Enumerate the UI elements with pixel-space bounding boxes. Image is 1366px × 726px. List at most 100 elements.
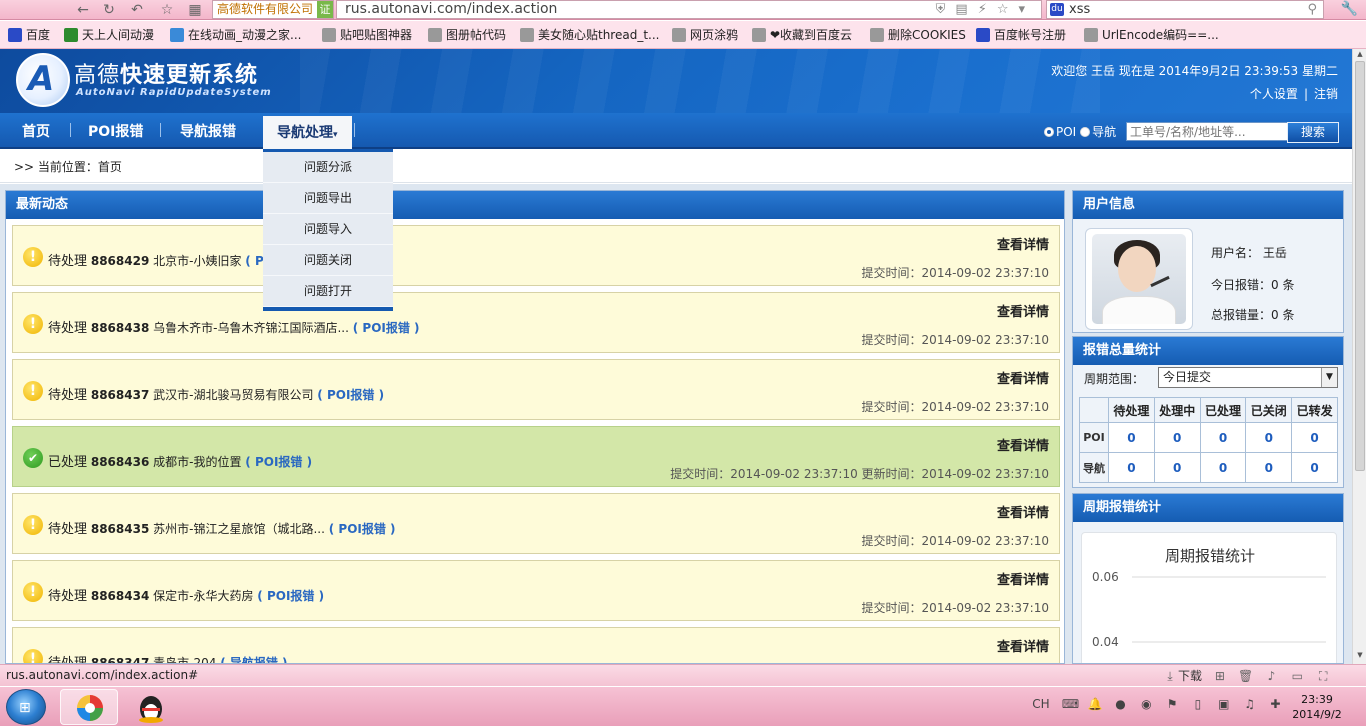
download-icon[interactable]: ⤓ [1162, 669, 1178, 684]
nav-poi-error[interactable]: POI报错 [88, 121, 143, 141]
stats-cell[interactable]: 0 [1245, 422, 1293, 453]
browser-search-box[interactable]: du xss ⚲ [1046, 0, 1324, 19]
status-actions: ⤓ 下载 ⊞ 🗑 ♪ ▭ ⛶ [1156, 667, 1331, 684]
search-button[interactable]: 搜索 [1287, 122, 1339, 143]
fullscreen-icon[interactable]: ⛶ [1315, 669, 1331, 684]
activity-type-link[interactable]: ( 导航报错 ) [220, 656, 287, 663]
view-details-link[interactable]: 查看详情 [997, 234, 1049, 253]
usb-icon[interactable]: ▯ [1191, 697, 1205, 711]
bookmark-item[interactable]: 在线动画_动漫之家... [170, 28, 301, 42]
bookmark-item[interactable]: 贴吧贴图神器 [322, 28, 412, 42]
wrench-icon[interactable]: 🔧 [1341, 1, 1358, 17]
trash-icon[interactable]: 🗑 [1238, 669, 1254, 683]
logout-link[interactable]: 注销 [1314, 87, 1338, 101]
chart-svg: 周期报错统计 0.06 0.04 [1092, 547, 1326, 649]
search-input[interactable] [1126, 122, 1288, 141]
start-button[interactable]: ⊞ [6, 689, 46, 725]
speaker-icon[interactable]: ♪ [1264, 669, 1280, 683]
activity-type-link[interactable]: ( POI报错 ) [329, 522, 396, 536]
stats-cell[interactable]: 0 [1153, 422, 1201, 453]
chevron-down-icon[interactable]: ▼ [1321, 368, 1337, 387]
ime-indicator[interactable]: CH [1032, 697, 1050, 711]
bookmark-item[interactable]: UrlEncode编码==... [1084, 28, 1219, 42]
nav-navigation-error[interactable]: 导航报错 [180, 121, 236, 141]
bookmark-item[interactable]: 删除COOKIES [870, 28, 966, 42]
bookmark-item[interactable]: 图册帖代码 [428, 28, 506, 42]
site-identity-badge[interactable]: 高德软件有限公司 证 [212, 0, 334, 19]
add-icon[interactable]: ⊞ [1212, 669, 1228, 683]
network-icon[interactable]: ▣ [1217, 697, 1231, 711]
stats-cell[interactable]: 0 [1291, 452, 1338, 483]
activity-id: 8868435 [90, 522, 150, 536]
address-bar[interactable]: rus.autonavi.com/index.action ⛨▤⚡☆▾ [336, 0, 1042, 19]
activity-id: 8868437 [90, 388, 150, 402]
stats-cell[interactable]: 0 [1108, 452, 1155, 483]
stats-cell[interactable]: 0 [1108, 422, 1155, 453]
scroll-down-icon[interactable]: ▼ [1355, 651, 1365, 661]
bookmark-item[interactable]: 百度 [8, 28, 50, 42]
period-stats-panel: 周期报错统计 周期报错统计 0.06 0.04 [1072, 493, 1344, 664]
avatar [1085, 228, 1193, 330]
view-details-link[interactable]: 查看详情 [997, 368, 1049, 387]
stats-cell[interactable]: 0 [1245, 452, 1293, 483]
activity-time: 提交时间：2014-09-02 23:37:10 更新时间：2014-09-02… [670, 467, 1049, 481]
taskbar-browser[interactable] [60, 689, 118, 725]
grid-icon[interactable]: ▦ [186, 1, 204, 19]
security-icon[interactable]: ✚ [1268, 697, 1282, 711]
view-details-link[interactable]: 查看详情 [997, 502, 1049, 521]
clock[interactable]: 23:39 2014/9/2 [1284, 692, 1350, 722]
menu-item[interactable]: 问题打开 [263, 276, 393, 307]
menu-item[interactable]: 问题分派 [263, 152, 393, 183]
star-icon[interactable]: ☆ [158, 1, 176, 19]
menu-item[interactable]: 问题导入 [263, 214, 393, 245]
bell-icon[interactable]: 🔔 [1088, 697, 1103, 711]
flag-icon[interactable]: ⚑ [1165, 697, 1179, 711]
menu-item[interactable]: 问题导出 [263, 183, 393, 214]
back-icon[interactable]: ← [74, 1, 92, 19]
nav-divider [354, 123, 355, 137]
activity-type-link[interactable]: ( POI报错 ) [317, 388, 384, 402]
download-label[interactable]: 下载 [1178, 669, 1202, 683]
bookmark-label: ❤收藏到百度云 [770, 28, 853, 42]
keyboard-icon[interactable]: ⌨ [1062, 697, 1079, 711]
page-scrollbar[interactable]: ▲ ▼ [1352, 49, 1366, 664]
radio-poi[interactable] [1044, 127, 1054, 137]
tray-app-icon[interactable]: ● [1113, 697, 1127, 711]
window-icon[interactable]: ▭ [1289, 669, 1305, 683]
baidu-paw-icon: du [1050, 3, 1064, 16]
view-details-link[interactable]: 查看详情 [997, 301, 1049, 320]
view-details-link[interactable]: 查看详情 [997, 636, 1049, 655]
search-icon[interactable]: ⚲ [1307, 1, 1317, 18]
stats-cell[interactable]: 0 [1199, 452, 1247, 483]
stats-cell[interactable]: 0 [1153, 452, 1201, 483]
scroll-up-icon[interactable]: ▲ [1355, 50, 1365, 60]
activity-type-link[interactable]: ( POI报错 ) [257, 589, 324, 603]
bookmark-item[interactable]: 美女随心贴thread_t... [520, 28, 659, 42]
period-select[interactable]: 今日提交 ▼ [1158, 367, 1338, 388]
stats-cell[interactable]: 0 [1199, 422, 1247, 453]
bookmark-item[interactable]: 百度帐号注册 [976, 28, 1066, 42]
settings-link[interactable]: 个人设置 [1250, 87, 1298, 101]
nav-home[interactable]: 首页 [22, 121, 50, 141]
bookmark-item[interactable]: 网页涂鸦 [672, 28, 738, 42]
activity-type-link[interactable]: ( POI报错 ) [245, 455, 312, 469]
activity-status: 待处理 [48, 254, 88, 269]
menu-item[interactable]: 问题关闭 [263, 245, 393, 276]
view-details-link[interactable]: 查看详情 [997, 569, 1049, 588]
bookmark-item[interactable]: 天上人间动漫 [64, 28, 154, 42]
panel-title: 最新动态 [6, 191, 1064, 219]
bookmark-item[interactable]: ❤收藏到百度云 [752, 28, 852, 42]
radio-navigation[interactable] [1080, 127, 1091, 137]
undo-icon[interactable]: ↶ [128, 1, 146, 19]
view-details-link[interactable]: 查看详情 [997, 435, 1049, 454]
stats-cell[interactable]: 0 [1291, 422, 1338, 453]
scroll-thumb[interactable] [1355, 61, 1365, 471]
address-bar-icons[interactable]: ⛨▤⚡☆▾ [936, 1, 1035, 18]
taskbar-qq[interactable] [122, 689, 180, 725]
volume-icon[interactable]: ♫ [1243, 697, 1257, 711]
qq-tray-icon[interactable]: ◉ [1139, 697, 1153, 711]
activity-type-link[interactable]: ( POI报错 ) [353, 321, 420, 335]
refresh-icon[interactable]: ↻ [100, 1, 118, 19]
nav-navigation-processing[interactable]: 导航处理▾ [263, 116, 352, 149]
activity-time: 提交时间：2014-09-02 23:37:10 [861, 333, 1049, 347]
